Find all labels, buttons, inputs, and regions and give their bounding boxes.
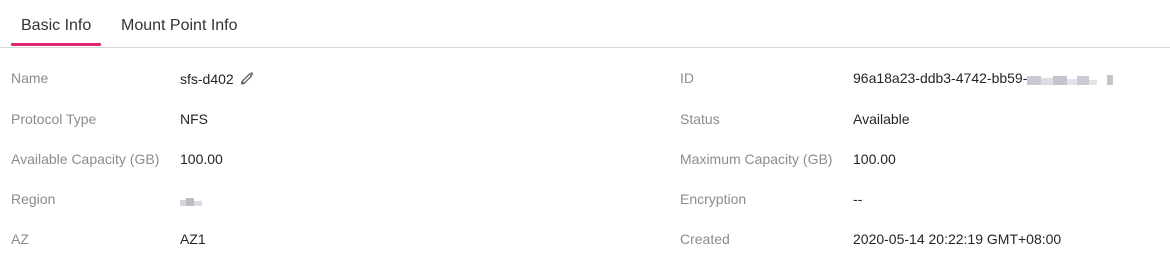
maximum-capacity-label: Maximum Capacity (GB) [680,151,833,167]
tab-bar: Basic Info Mount Point Info [0,0,1170,48]
maximum-capacity-value: 100.00 [853,151,896,167]
status-label: Status [680,111,720,127]
pencil-icon[interactable] [239,70,255,91]
az-value: AZ1 [180,231,206,247]
redacted-region [180,191,202,211]
name-value: sfs-d402 [180,71,234,87]
id-value-group: 96a18a23-ddb3-4742-bb59- [853,68,1114,90]
available-capacity-label: Available Capacity (GB) [11,151,160,167]
region-label: Region [11,191,56,207]
encryption-label: Encryption [680,191,747,207]
id-value: 96a18a23-ddb3-4742-bb59- [853,70,1028,86]
protocol-type-label: Protocol Type [11,111,97,127]
available-capacity-value: 100.00 [180,151,223,167]
az-label: AZ [11,231,29,247]
created-label: Created [680,231,730,247]
region-value [180,189,202,209]
tab-basic-info[interactable]: Basic Info [21,17,91,35]
created-value: 2020-05-14 20:22:19 GMT+08:00 [853,231,1062,247]
encryption-value: -- [853,191,863,207]
protocol-type-value: NFS [180,111,208,127]
redacted-id-suffix [1027,70,1114,90]
active-tab-indicator [11,43,101,46]
file-system-detail: Basic Info Mount Point Info Name sfs-d40… [0,0,1170,275]
name-label: Name [11,70,49,86]
id-label: ID [680,70,694,86]
status-value: Available [853,111,910,127]
name-value-group: sfs-d402 [180,69,255,89]
tab-mount-point-info[interactable]: Mount Point Info [121,17,238,35]
